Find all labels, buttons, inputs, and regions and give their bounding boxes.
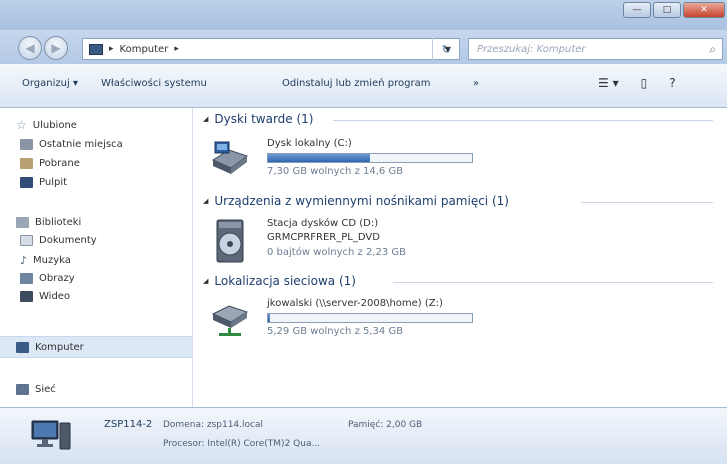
- collapse-triangle-icon[interactable]: ◢: [203, 277, 208, 285]
- collapse-triangle-icon[interactable]: ◢: [203, 115, 208, 123]
- sidebar-item-libraries[interactable]: Biblioteki: [16, 217, 81, 228]
- drive-name: jkowalski (\\server-2008\home) (Z:): [267, 298, 443, 309]
- computer-name: ZSP114-2: [104, 419, 153, 430]
- sidebar-item-computer[interactable]: Komputer: [0, 336, 192, 358]
- sidebar-item-recent-places[interactable]: Ostatnie miejsca: [20, 139, 123, 150]
- organize-button[interactable]: Organizuj ▾: [22, 78, 78, 89]
- breadcrumb-computer[interactable]: Komputer: [120, 44, 169, 55]
- arrow-right-icon: ▶: [51, 41, 61, 55]
- computer-icon: [16, 341, 29, 353]
- drive-volume-label: GRMCPRFRER_PL_DVD: [267, 232, 380, 243]
- sidebar-item-label: Ostatnie miejsca: [39, 139, 123, 150]
- domain-value: Domena: zsp114.local: [163, 420, 263, 430]
- search-placeholder: Przeszukaj: Komputer: [477, 43, 586, 55]
- navigation-pane: ☆ Ulubione Ostatnie miejsca Pobrane Pulp…: [0, 108, 193, 407]
- arrow-left-icon: ◀: [25, 41, 35, 55]
- group-title: Lokalizacja sieciowa (1): [214, 274, 356, 288]
- sidebar-item-desktop[interactable]: Pulpit: [20, 177, 67, 188]
- group-divider: [393, 282, 713, 283]
- address-bar[interactable]: ▸ Komputer ▸ ▼: [82, 38, 460, 60]
- search-input[interactable]: Przeszukaj: Komputer ⌕: [468, 38, 723, 60]
- breadcrumb-separator-icon[interactable]: ▸: [174, 44, 179, 54]
- explorer-window: — □ ✕ ◀ ▶ ▸ Komputer ▸ ▼ ↻ Przeszukaj: K…: [0, 0, 727, 464]
- refresh-icon: ↻: [441, 42, 452, 56]
- sidebar-item-network[interactable]: Sieć: [16, 384, 56, 395]
- drive-free-space: 0 bajtów wolnych z 2,23 GB: [267, 247, 407, 258]
- search-icon: ⌕: [709, 41, 716, 56]
- sidebar-item-label: Pobrane: [39, 158, 80, 169]
- pictures-icon: [20, 273, 33, 284]
- network-drive-icon: [211, 305, 249, 336]
- computer-icon: [89, 43, 103, 55]
- title-bar: — □ ✕: [0, 0, 727, 30]
- drive-free-space: 5,29 GB wolnych z 5,34 GB: [267, 326, 404, 337]
- drive-name: Dysk lokalny (C:): [267, 138, 352, 149]
- processor-value: Procesor: Intel(R) Core(TM)2 Qua...: [163, 439, 321, 449]
- minimize-button[interactable]: —: [623, 2, 651, 18]
- sidebar-item-music[interactable]: ♪ Muzyka: [20, 254, 71, 267]
- sidebar-item-label: Biblioteki: [35, 217, 82, 228]
- sidebar-item-videos[interactable]: Wideo: [20, 291, 70, 302]
- documents-icon: [20, 235, 33, 246]
- group-title: Dyski twarde (1): [214, 112, 314, 126]
- uninstall-program-button[interactable]: Odinstaluj lub zmień program: [282, 78, 430, 89]
- memory-value: Pamięć: 2,00 GB: [348, 420, 423, 430]
- breadcrumb-separator-icon[interactable]: ▸: [109, 44, 114, 54]
- sidebar-item-label: Muzyka: [33, 255, 71, 266]
- sidebar-item-downloads[interactable]: Pobrane: [20, 158, 80, 169]
- sidebar-item-label: Obrazy: [39, 273, 75, 284]
- libraries-icon: [16, 217, 29, 228]
- dvd-drive-icon: [216, 219, 244, 263]
- help-icon[interactable]: ?: [669, 76, 675, 90]
- sidebar-item-label: Wideo: [39, 291, 71, 302]
- command-bar: Organizuj ▾ Właściwości systemu Odinstal…: [0, 64, 727, 108]
- drive-usage-bar: [267, 153, 473, 163]
- drive-usage-fill: [268, 314, 271, 322]
- back-button[interactable]: ◀: [18, 36, 42, 60]
- sidebar-item-label: Ulubione: [32, 119, 77, 131]
- views-icon[interactable]: ☰ ▾: [598, 76, 619, 90]
- drive-usage-bar: [267, 313, 473, 323]
- preview-pane-icon[interactable]: ▯: [641, 76, 648, 90]
- drive-item-network-z[interactable]: jkowalski (\\server-2008\home) (Z:) 5,29…: [209, 298, 499, 340]
- drive-name: Stacja dysków CD (D:): [267, 218, 379, 229]
- music-icon: ♪: [20, 254, 28, 267]
- sidebar-item-label: Sieć: [35, 384, 56, 395]
- forward-button[interactable]: ▶: [44, 36, 68, 60]
- more-commands-button[interactable]: »: [473, 78, 479, 89]
- drive-usage-fill: [268, 154, 370, 162]
- content-pane: ◢ Dyski twarde (1) Dysk lokalny (C:) 7,3…: [193, 108, 727, 407]
- group-header-hard-disks[interactable]: ◢ Dyski twarde (1): [203, 112, 314, 126]
- drive-item-cd-d[interactable]: Stacja dysków CD (D:) GRMCPRFRER_PL_DVD …: [209, 218, 499, 270]
- drive-item-local-c[interactable]: Dysk lokalny (C:) 7,30 GB wolnych z 14,6…: [209, 138, 499, 180]
- sidebar-item-pictures[interactable]: Obrazy: [20, 273, 75, 284]
- refresh-button[interactable]: ↻: [432, 38, 460, 60]
- group-divider: [581, 202, 713, 203]
- computer-icon: [31, 420, 71, 450]
- hard-disk-icon: [211, 141, 249, 174]
- sidebar-item-favorites[interactable]: ☆ Ulubione: [16, 118, 77, 132]
- network-icon: [16, 384, 29, 395]
- collapse-triangle-icon[interactable]: ◢: [203, 197, 208, 205]
- sidebar-item-label: Dokumenty: [39, 235, 97, 246]
- group-header-removable[interactable]: ◢ Urządzenia z wymiennymi nośnikami pami…: [203, 194, 509, 208]
- drive-free-space: 7,30 GB wolnych z 14,6 GB: [267, 166, 404, 177]
- desktop-icon: [20, 177, 33, 188]
- address-row: ◀ ▶ ▸ Komputer ▸ ▼ ↻ Przeszukaj: Kompute…: [0, 30, 727, 64]
- caption-buttons: — □ ✕: [623, 2, 725, 18]
- maximize-button[interactable]: □: [653, 2, 681, 18]
- downloads-folder-icon: [20, 158, 33, 169]
- videos-icon: [20, 291, 33, 302]
- group-header-network-location[interactable]: ◢ Lokalizacja sieciowa (1): [203, 274, 356, 288]
- sidebar-item-label: Komputer: [35, 341, 84, 353]
- details-pane: ZSP114-2 Domena: zsp114.local Pamięć: 2,…: [0, 407, 727, 464]
- recent-places-icon: [20, 139, 33, 150]
- close-button[interactable]: ✕: [683, 2, 725, 18]
- sidebar-item-documents[interactable]: Dokumenty: [20, 235, 97, 246]
- group-divider: [333, 120, 713, 121]
- star-icon: ☆: [16, 118, 27, 132]
- group-title: Urządzenia z wymiennymi nośnikami pamięc…: [214, 194, 509, 208]
- sidebar-item-label: Pulpit: [39, 177, 68, 188]
- system-properties-button[interactable]: Właściwości systemu: [101, 78, 207, 89]
